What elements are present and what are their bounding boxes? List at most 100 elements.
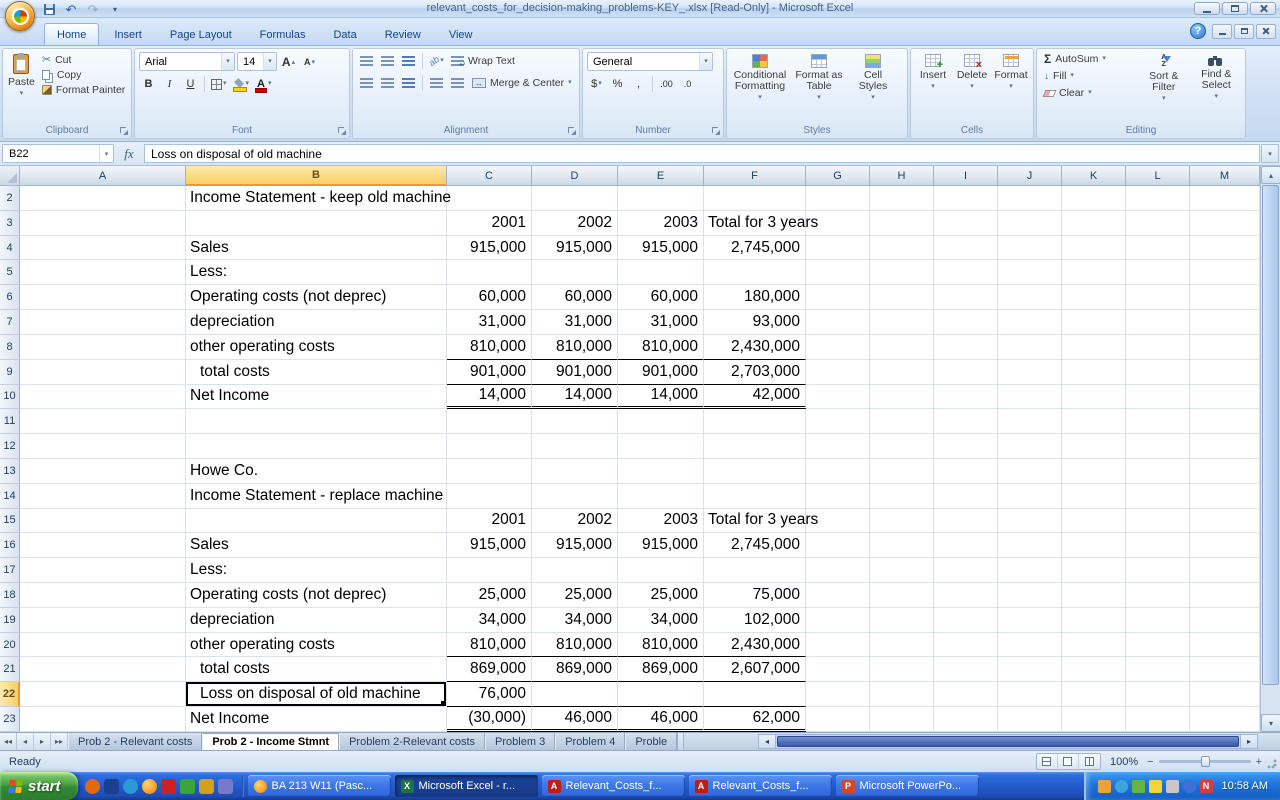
row-header-14[interactable]: 14: [0, 484, 20, 509]
comma-style-button[interactable]: ,: [629, 75, 648, 93]
zoom-thumb[interactable]: [1201, 756, 1210, 767]
column-header-K[interactable]: K: [1062, 166, 1126, 186]
cell-B19[interactable]: depreciation: [186, 608, 447, 633]
cell-I8[interactable]: [934, 335, 998, 360]
cell-F21[interactable]: 2,607,000: [704, 657, 806, 682]
tray-icon-6[interactable]: [1183, 780, 1196, 793]
row-header-15[interactable]: 15: [0, 509, 20, 534]
close-button[interactable]: [1250, 2, 1276, 15]
row-header-22[interactable]: 22: [0, 682, 20, 707]
cell-M6[interactable]: [1190, 285, 1260, 310]
cell-B17[interactable]: Less:: [186, 558, 447, 583]
cell-H10[interactable]: [870, 385, 934, 410]
cell-K5[interactable]: [1062, 260, 1126, 285]
cell-D3[interactable]: 2002: [532, 211, 618, 236]
cell-C3[interactable]: 2001: [447, 211, 532, 236]
cell-M10[interactable]: [1190, 385, 1260, 410]
cell-E14[interactable]: [618, 484, 704, 509]
cell-L12[interactable]: [1126, 434, 1190, 459]
grow-font-button[interactable]: A▴: [279, 53, 298, 71]
cell-C5[interactable]: [447, 260, 532, 285]
cell-I6[interactable]: [934, 285, 998, 310]
cell-D8[interactable]: 810,000: [532, 335, 618, 360]
cell-L19[interactable]: [1126, 608, 1190, 633]
tray-icon-3[interactable]: [1132, 780, 1145, 793]
align-right-button[interactable]: [399, 74, 418, 92]
sheet-tab-problem3[interactable]: Problem 3: [485, 733, 555, 750]
copy-button[interactable]: Copy: [39, 68, 128, 82]
cell-C4[interactable]: 915,000: [447, 236, 532, 261]
cell-A7[interactable]: [20, 310, 186, 335]
cell-B23[interactable]: Net Income: [186, 707, 447, 732]
cell-A3[interactable]: [20, 211, 186, 236]
cell-L15[interactable]: [1126, 509, 1190, 534]
cell-B8[interactable]: other operating costs: [186, 335, 447, 360]
cell-K4[interactable]: [1062, 236, 1126, 261]
cell-C18[interactable]: 25,000: [447, 583, 532, 608]
cell-F7[interactable]: 93,000: [704, 310, 806, 335]
next-sheet-button[interactable]: ▸: [34, 733, 51, 750]
cell-G19[interactable]: [806, 608, 870, 633]
align-left-button[interactable]: [357, 74, 376, 92]
cell-J17[interactable]: [998, 558, 1062, 583]
cell-E9[interactable]: 901,000: [618, 360, 704, 385]
cell-C20[interactable]: 810,000: [447, 633, 532, 658]
formula-input[interactable]: Loss on disposal of old machine: [144, 144, 1260, 163]
first-sheet-button[interactable]: ◂◂: [0, 733, 17, 750]
cell-K17[interactable]: [1062, 558, 1126, 583]
cell-A11[interactable]: [20, 409, 186, 434]
start-button[interactable]: start: [0, 772, 78, 800]
merge-center-button[interactable]: Merge & Center▾: [469, 76, 575, 90]
cell-G21[interactable]: [806, 657, 870, 682]
row-header-8[interactable]: 8: [0, 335, 20, 360]
orientation-button[interactable]: ab▾: [427, 52, 446, 70]
cell-G10[interactable]: [806, 385, 870, 410]
cell-M14[interactable]: [1190, 484, 1260, 509]
cell-E5[interactable]: [618, 260, 704, 285]
cell-K21[interactable]: [1062, 657, 1126, 682]
cell-L21[interactable]: [1126, 657, 1190, 682]
workbook-close-button[interactable]: [1256, 24, 1276, 39]
cell-A10[interactable]: [20, 385, 186, 410]
fill-button[interactable]: Fill▾: [1041, 69, 1136, 83]
cell-D22[interactable]: [532, 682, 618, 707]
cell-B2[interactable]: Income Statement - keep old machine: [186, 186, 447, 211]
cell-I19[interactable]: [934, 608, 998, 633]
middle-align-button[interactable]: [378, 52, 397, 70]
italic-button[interactable]: I: [160, 75, 179, 93]
cell-K8[interactable]: [1062, 335, 1126, 360]
cell-A13[interactable]: [20, 459, 186, 484]
conditional-formatting-button[interactable]: Conditional Formatting ▾: [731, 52, 789, 124]
cell-B18[interactable]: Operating costs (not deprec): [186, 583, 447, 608]
cell-M12[interactable]: [1190, 434, 1260, 459]
cell-I3[interactable]: [934, 211, 998, 236]
cell-G2[interactable]: [806, 186, 870, 211]
cell-K16[interactable]: [1062, 533, 1126, 558]
cell-D19[interactable]: 34,000: [532, 608, 618, 633]
row-header-21[interactable]: 21: [0, 657, 20, 682]
tab-split-handle[interactable]: [677, 733, 684, 750]
cell-J9[interactable]: [998, 360, 1062, 385]
percent-style-button[interactable]: %: [608, 75, 627, 93]
quick-launch-icon-1[interactable]: [85, 779, 100, 794]
cell-B22[interactable]: Loss on disposal of old machine: [186, 682, 447, 707]
cell-K13[interactable]: [1062, 459, 1126, 484]
cell-styles-button[interactable]: Cell Styles ▾: [849, 52, 897, 124]
font-size-select[interactable]: 14▾: [237, 52, 277, 71]
cell-L6[interactable]: [1126, 285, 1190, 310]
cell-E7[interactable]: 31,000: [618, 310, 704, 335]
cell-J4[interactable]: [998, 236, 1062, 261]
cell-K9[interactable]: [1062, 360, 1126, 385]
cell-F4[interactable]: 2,745,000: [704, 236, 806, 261]
shrink-font-button[interactable]: A▾: [300, 53, 319, 71]
fill-color-button[interactable]: ▾: [231, 75, 252, 93]
cell-A6[interactable]: [20, 285, 186, 310]
workbook-minimize-button[interactable]: [1212, 24, 1232, 39]
row-header-18[interactable]: 18: [0, 583, 20, 608]
cell-I9[interactable]: [934, 360, 998, 385]
row-header-2[interactable]: 2: [0, 186, 20, 211]
cell-J16[interactable]: [998, 533, 1062, 558]
previous-sheet-button[interactable]: ◂: [17, 733, 34, 750]
cell-A9[interactable]: [20, 360, 186, 385]
cell-F11[interactable]: [704, 409, 806, 434]
